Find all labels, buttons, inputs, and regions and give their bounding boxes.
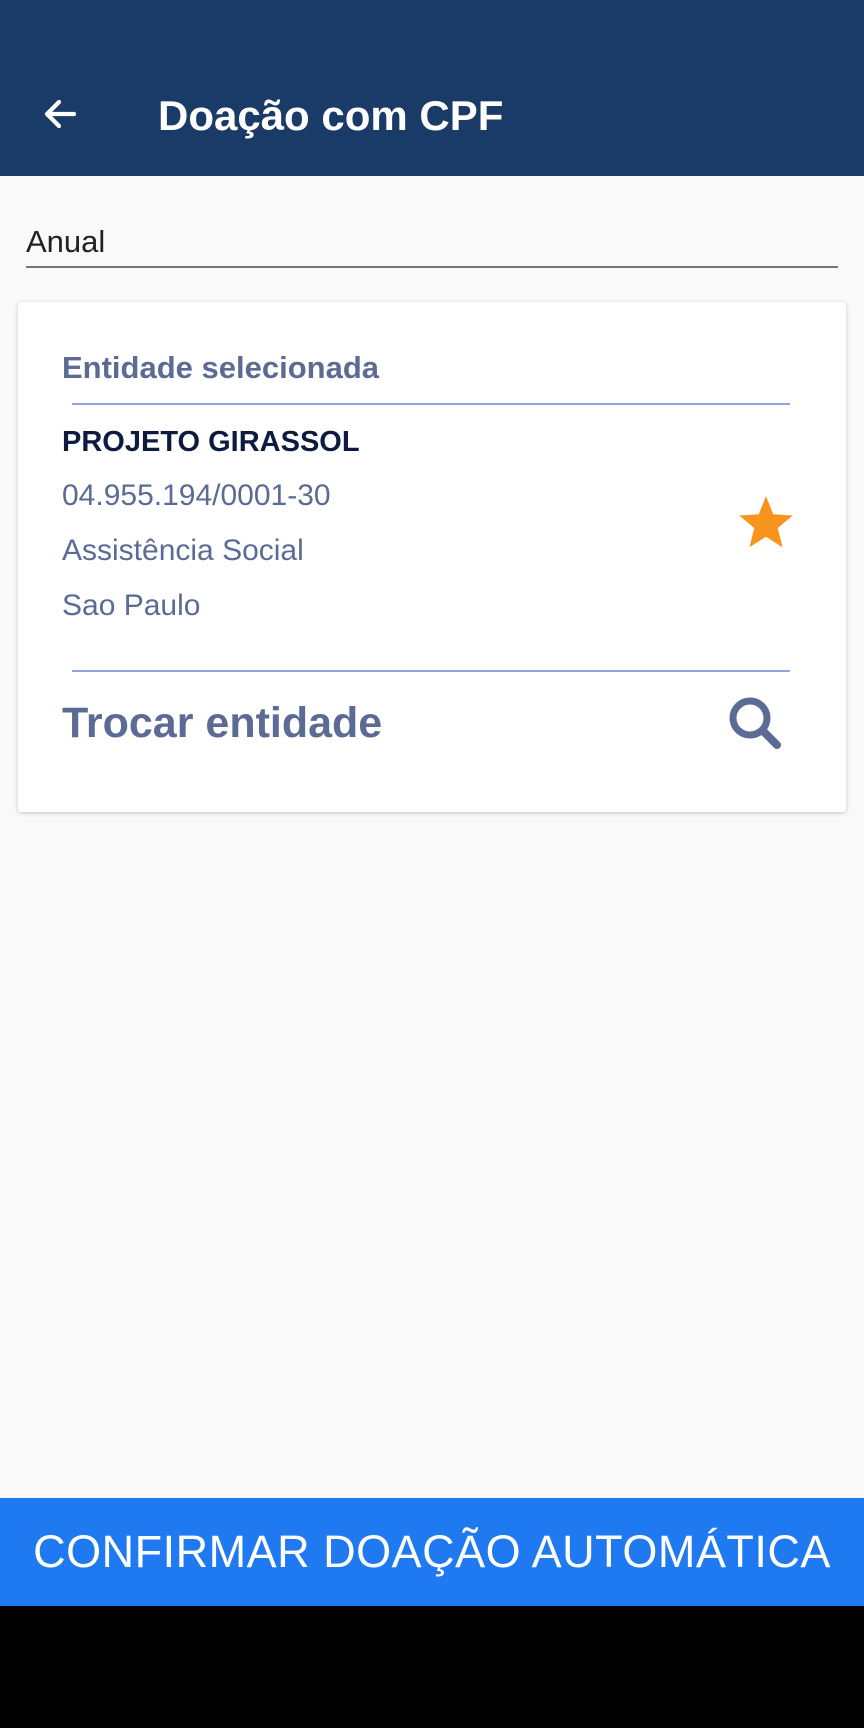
- screen: Doação com CPF Anual Entidade selecionad…: [0, 0, 864, 1606]
- card-heading: Entidade selecionada: [62, 350, 379, 385]
- change-entity-label: Trocar entidade: [62, 699, 383, 747]
- back-button[interactable]: [34, 88, 86, 140]
- entity-cnpj: 04.955.194/0001-30: [62, 479, 331, 512]
- selected-entity-card: Entidade selecionada PROJETO GIRASSOL 04…: [18, 302, 846, 812]
- search-icon: [729, 697, 781, 749]
- star-icon[interactable]: [736, 492, 796, 552]
- page-title: Doação com CPF: [158, 92, 504, 139]
- change-entity-button[interactable]: Trocar entidade: [62, 684, 802, 754]
- entity-name: PROJETO GIRASSOL: [62, 426, 360, 458]
- period-dropdown[interactable]: Anual: [26, 218, 838, 268]
- period-dropdown-value: Anual: [26, 224, 106, 259]
- divider: [72, 670, 790, 672]
- confirm-automatic-donation-button[interactable]: CONFIRMAR DOAÇÃO AUTOMÁTICA: [0, 1498, 864, 1606]
- app-bar: Doação com CPF: [0, 0, 864, 176]
- divider: [72, 403, 790, 405]
- entity-category: Assistência Social: [62, 534, 304, 567]
- arrow-left-icon: [44, 99, 77, 129]
- entity-city: Sao Paulo: [62, 589, 201, 622]
